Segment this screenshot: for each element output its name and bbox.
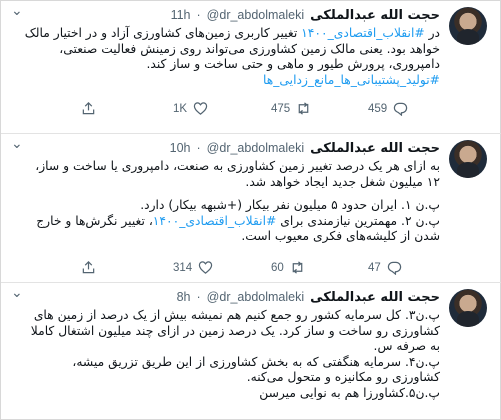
tweet-actions: 314 60 47 bbox=[81, 260, 461, 278]
reply-count: 47 bbox=[368, 261, 381, 274]
tweet[interactable]: ⌄ حجت الله عبدالملکی @dr_abdolmaleki · 1… bbox=[1, 1, 501, 133]
text-line: ۱۲ میلیون شغل جدید ایجاد خواهد شد. bbox=[245, 174, 440, 189]
reply-count: 459 bbox=[368, 102, 388, 115]
author-handle[interactable]: @dr_abdolmaleki bbox=[207, 141, 304, 155]
avatar[interactable] bbox=[449, 140, 487, 178]
heart-icon bbox=[198, 261, 213, 274]
retweet-icon bbox=[298, 102, 309, 115]
reply-button[interactable]: 459 bbox=[368, 101, 408, 116]
hashtag-link[interactable]: #انقلاب_اقتصادی_۱۴۰۰ bbox=[301, 26, 425, 40]
reply-button[interactable]: 47 bbox=[368, 260, 402, 275]
author-handle[interactable]: @dr_abdolmaleki bbox=[207, 290, 304, 304]
retweet-count: 60 bbox=[271, 261, 284, 274]
tweet-header: حجت الله عبدالملکی @dr_abdolmaleki · 11h bbox=[171, 6, 440, 24]
reply-icon bbox=[387, 261, 402, 275]
hashtag-link[interactable]: #انقلاب_اقتصادی_۱۴۰۰ bbox=[153, 214, 277, 228]
tweet-time[interactable]: 11h bbox=[171, 8, 191, 22]
text-line: کشاورزی رو ساخت و ساز کرد. یک درصد زمین … bbox=[30, 323, 440, 338]
author-name[interactable]: حجت الله عبدالملکی bbox=[310, 141, 440, 156]
chevron-down-icon[interactable]: ⌄ bbox=[11, 285, 23, 301]
author-name[interactable]: حجت الله عبدالملکی bbox=[310, 8, 440, 23]
tweet-text: به ازای هر یک درصد تغییر زمین کشاورزی به… bbox=[10, 159, 440, 245]
text-line bbox=[10, 190, 440, 198]
text-line: پ.ن۴. سرمایه هنگفتی که به بخش کشاورزی از… bbox=[72, 354, 440, 369]
chevron-down-icon[interactable]: ⌄ bbox=[11, 136, 23, 152]
text-line: پ.ن۳. کل سرمایه کشور رو جمع کنیم هم نمیش… bbox=[33, 308, 440, 322]
avatar[interactable] bbox=[449, 7, 487, 45]
like-count: 314 bbox=[173, 261, 193, 274]
avatar[interactable] bbox=[449, 289, 487, 327]
author-name[interactable]: حجت الله عبدالملکی bbox=[310, 290, 440, 305]
tweet-thread: ⌄ حجت الله عبدالملکی @dr_abdolmaleki · 1… bbox=[0, 0, 501, 420]
chevron-down-icon[interactable]: ⌄ bbox=[11, 3, 23, 19]
tweet[interactable]: ⌄ حجت الله عبدالملکی @dr_abdolmaleki · 8… bbox=[1, 283, 501, 420]
hashtag-link[interactable]: #تولید_پشتیبانی_ها_مانع_زدایی_ها bbox=[263, 73, 440, 87]
text-line: شدن از کلیشه‌های فکری معیوب است. bbox=[241, 229, 440, 243]
retweet-button[interactable]: 60 bbox=[271, 260, 305, 275]
text-line: پ.ن۵.کشاورزا هم به نوایی میرسن bbox=[259, 385, 440, 400]
tweet-time[interactable]: 10h bbox=[170, 141, 191, 155]
share-button[interactable] bbox=[81, 260, 96, 275]
text-line: به ازای هر یک درصد تغییر زمین کشاورزی به… bbox=[35, 159, 440, 173]
separator-dot: · bbox=[196, 290, 201, 304]
text-line: کشاورزی رو مکانیزه و متحول می‌کنه. bbox=[246, 370, 440, 384]
separator-dot: · bbox=[196, 141, 201, 155]
share-button[interactable] bbox=[81, 101, 96, 116]
separator-dot: · bbox=[196, 8, 201, 22]
tweet-time[interactable]: 8h bbox=[177, 290, 191, 304]
retweet-count: 475 bbox=[271, 102, 291, 115]
tweet-actions: 1K 475 459 bbox=[81, 101, 461, 119]
text-line: خواهد بود. یعنی مالک زمین کشاورزی می‌توا… bbox=[59, 41, 440, 56]
reply-icon bbox=[393, 102, 408, 116]
share-icon bbox=[82, 102, 95, 115]
share-icon bbox=[82, 261, 95, 274]
text-line: #تولید_پشتیبانی_ها_مانع_زدایی_ها bbox=[10, 73, 440, 89]
text-line: پ.ن ۲. مهمترین نیازمندی برای #انقلاب_اقت… bbox=[36, 213, 440, 228]
text-line: در #انقلاب_اقتصادی_۱۴۰۰ تغییر کاربری زمی… bbox=[24, 26, 440, 40]
retweet-button[interactable]: 475 bbox=[271, 101, 311, 116]
tweet-text: در #انقلاب_اقتصادی_۱۴۰۰ تغییر کاربری زمی… bbox=[10, 26, 440, 88]
like-button[interactable]: 1K bbox=[173, 101, 208, 116]
text-line: به صرفه س. bbox=[373, 339, 440, 353]
tweet-header: حجت الله عبدالملکی @dr_abdolmaleki · 8h bbox=[177, 288, 440, 306]
retweet-icon bbox=[292, 261, 303, 274]
text-line: پ.ن ۱. ایران حدود ۵ میلیون نفر بیکار (+ش… bbox=[140, 198, 440, 212]
tweet-text: پ.ن۳. کل سرمایه کشور رو جمع کنیم هم نمیش… bbox=[10, 308, 440, 401]
like-count: 1K bbox=[173, 102, 188, 115]
author-handle[interactable]: @dr_abdolmaleki bbox=[207, 8, 304, 22]
heart-icon bbox=[193, 102, 208, 115]
tweet-header: حجت الله عبدالملکی @dr_abdolmaleki · 10h bbox=[170, 139, 440, 157]
like-button[interactable]: 314 bbox=[173, 260, 213, 275]
text-line: دامپروری، پرورش طیور و ماهی و حتی ساخت و… bbox=[146, 57, 440, 71]
tweet[interactable]: ⌄ حجت الله عبدالملکی @dr_abdolmaleki · 1… bbox=[1, 134, 501, 282]
